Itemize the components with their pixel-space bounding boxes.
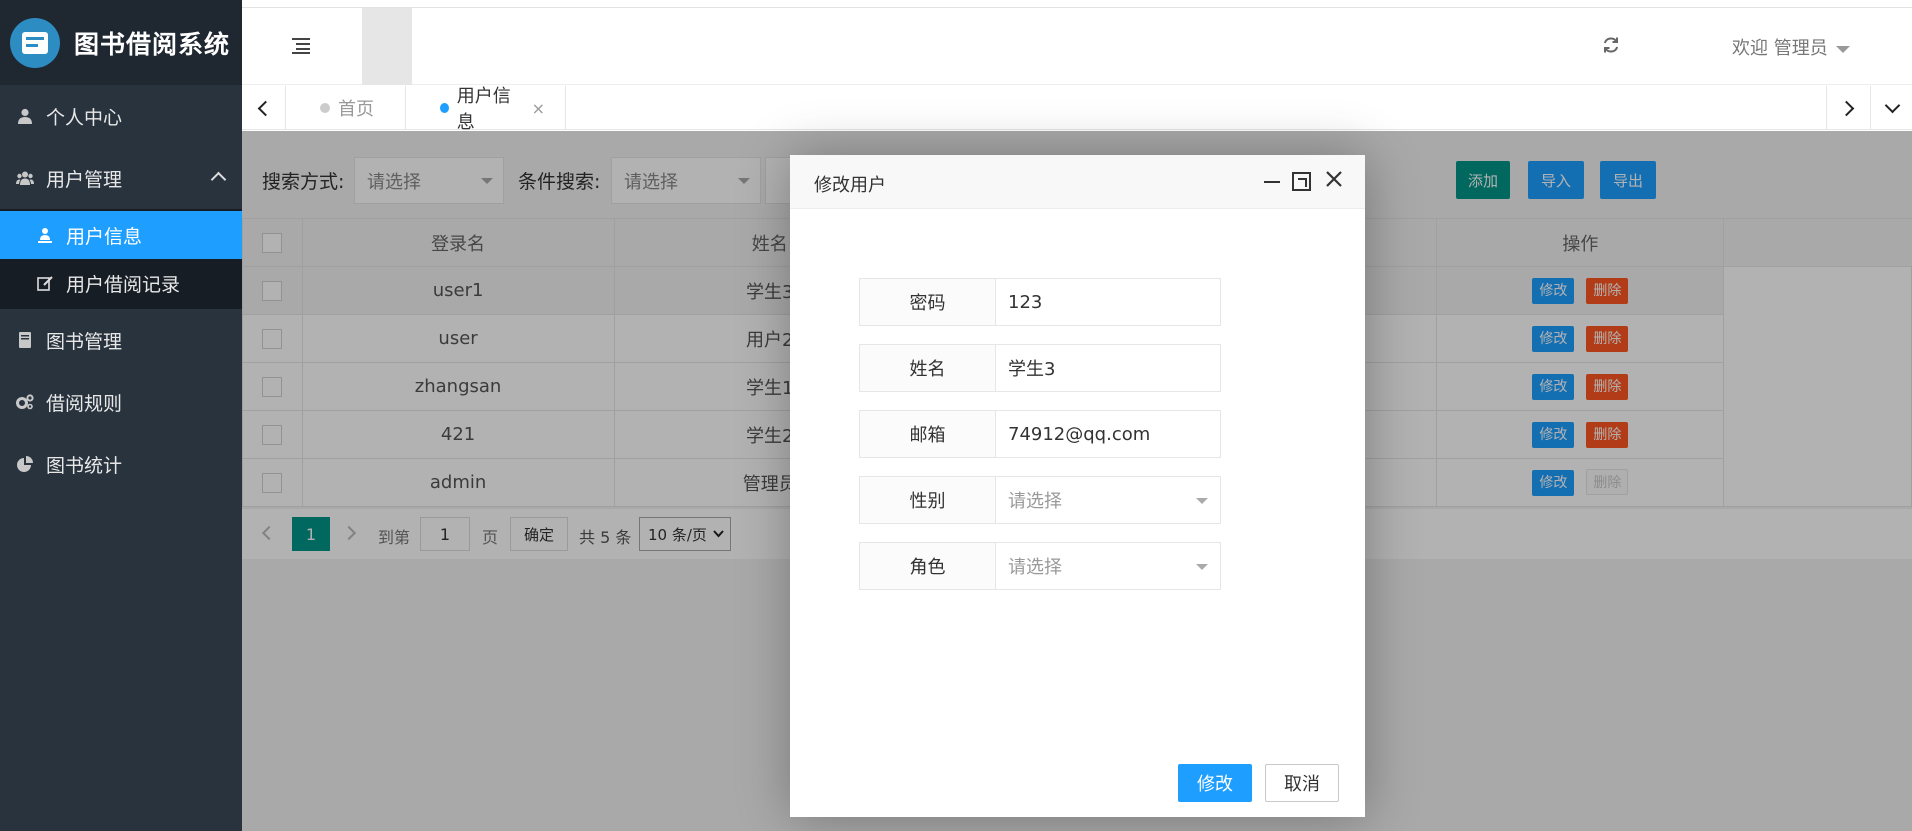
close-icon[interactable] xyxy=(1323,170,1345,192)
field-label: 角色 xyxy=(860,543,996,589)
tab-home[interactable]: 首页 xyxy=(286,86,406,130)
sidebar-item-borrow-records[interactable]: 用户借阅记录 xyxy=(0,259,242,307)
sidebar-item-label: 借阅规则 xyxy=(46,392,123,415)
header: 欢迎 管理员 xyxy=(242,8,1912,85)
caret-down-icon xyxy=(1835,45,1850,53)
gender-field: 性别 请选择 xyxy=(859,476,1221,524)
sidebar-item-user-info[interactable]: 用户信息 xyxy=(0,211,242,259)
sidebar-submenu: 用户信息 用户借阅记录 xyxy=(0,209,242,309)
tab-dot-icon xyxy=(320,103,330,113)
book-icon xyxy=(16,331,34,349)
edit-icon xyxy=(36,274,54,292)
cancel-button[interactable]: 取消 xyxy=(1265,764,1339,802)
app-title: 图书借阅系统 xyxy=(74,29,231,59)
user-menu[interactable]: 欢迎 管理员 xyxy=(1732,34,1850,60)
submit-edit-button[interactable]: 修改 xyxy=(1178,764,1252,802)
sidebar: 图书借阅系统 个人中心 用户管理 用户信息 用户借阅记录 图书管理 借阅规则 图… xyxy=(0,0,242,831)
tab-close-icon[interactable]: × xyxy=(532,99,545,118)
maximize-icon[interactable] xyxy=(1292,172,1311,191)
caret-down-icon xyxy=(1196,564,1208,570)
chevron-up-icon xyxy=(210,171,227,188)
password-field: 密码 123 xyxy=(859,278,1221,326)
minimize-icon[interactable] xyxy=(1262,170,1284,192)
edit-user-dialog: 修改用户 密码 123 姓名 学生3 邮箱 74912@qq.com 性别 请选… xyxy=(790,155,1365,817)
field-label: 性别 xyxy=(860,477,996,523)
sidebar-item-book-stats[interactable]: 图书统计 xyxy=(0,433,242,495)
chevron-right-icon xyxy=(1838,100,1855,116)
users-icon xyxy=(16,169,34,187)
select-placeholder: 请选择 xyxy=(1008,491,1062,512)
dialog-header: 修改用户 xyxy=(790,155,1365,209)
header-spacer-tab xyxy=(362,8,412,85)
tab-label: 用户信息 xyxy=(456,86,511,133)
password-input[interactable]: 123 xyxy=(996,279,1220,325)
gender-select[interactable]: 请选择 xyxy=(996,477,1220,523)
tabs-menu-button[interactable] xyxy=(1870,86,1912,130)
tab-label: 首页 xyxy=(338,99,374,120)
sidebar-item-label: 图书统计 xyxy=(46,454,123,477)
name-input[interactable]: 学生3 xyxy=(996,345,1220,391)
gears-icon xyxy=(16,393,34,411)
email-input[interactable]: 74912@qq.com xyxy=(996,411,1220,457)
user-badge-icon xyxy=(36,226,54,244)
caret-down-icon xyxy=(1196,498,1208,504)
select-placeholder: 请选择 xyxy=(1008,557,1062,578)
field-label: 密码 xyxy=(860,279,996,325)
role-select[interactable]: 请选择 xyxy=(996,543,1220,589)
sidebar-item-label: 图书管理 xyxy=(46,330,123,353)
pie-chart-icon xyxy=(16,455,34,473)
role-field: 角色 请选择 xyxy=(859,542,1221,590)
chevron-left-icon xyxy=(257,100,274,116)
refresh-icon[interactable] xyxy=(1602,36,1622,56)
sidebar-item-label: 用户信息 xyxy=(66,225,143,248)
field-label: 姓名 xyxy=(860,345,996,391)
welcome-text: 欢迎 管理员 xyxy=(1732,38,1828,59)
name-field: 姓名 学生3 xyxy=(859,344,1221,392)
email-field: 邮箱 74912@qq.com xyxy=(859,410,1221,458)
tab-dot-icon xyxy=(440,103,449,113)
sidebar-item-profile[interactable]: 个人中心 xyxy=(0,85,242,147)
chevron-down-icon xyxy=(1884,97,1901,113)
menu-toggle-icon[interactable] xyxy=(292,38,312,54)
dialog-title: 修改用户 xyxy=(814,175,886,196)
user-icon xyxy=(16,107,34,125)
top-strip xyxy=(242,0,1912,8)
sidebar-item-label: 个人中心 xyxy=(46,106,123,129)
sidebar-item-book-management[interactable]: 图书管理 xyxy=(0,309,242,371)
tabs-scroll-right-button[interactable] xyxy=(1826,86,1870,130)
page-tabs-bar: 首页 用户信息 × xyxy=(242,86,1912,133)
field-label: 邮箱 xyxy=(860,411,996,457)
sidebar-item-borrow-rules[interactable]: 借阅规则 xyxy=(0,371,242,433)
sidebar-item-label: 用户管理 xyxy=(46,168,123,191)
tabs-scroll-left-button[interactable] xyxy=(242,86,286,130)
sidebar-item-user-management[interactable]: 用户管理 xyxy=(0,147,242,209)
logo-bar: 图书借阅系统 xyxy=(0,0,242,85)
tab-user-info[interactable]: 用户信息 × xyxy=(406,86,566,133)
sidebar-item-label: 用户借阅记录 xyxy=(66,273,181,296)
logo-icon xyxy=(10,17,60,68)
